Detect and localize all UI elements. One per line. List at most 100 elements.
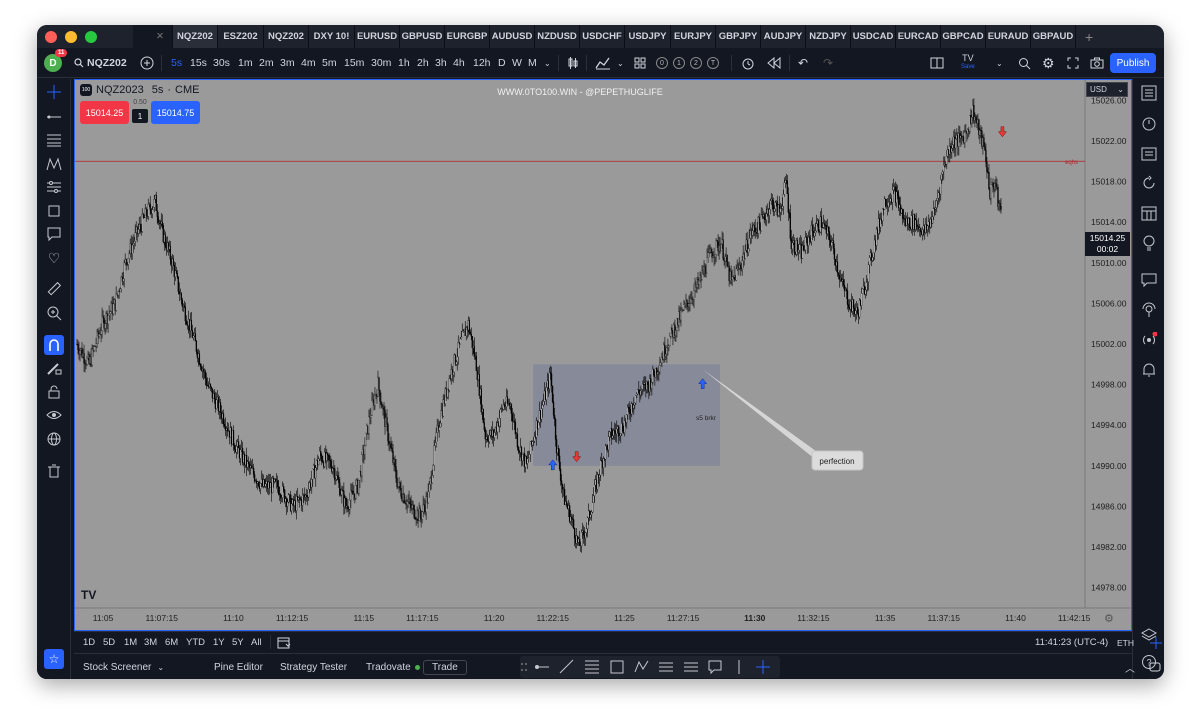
- circle-2-button[interactable]: 2: [690, 57, 702, 69]
- timeframe-1h[interactable]: 1h: [398, 48, 410, 78]
- buy-button[interactable]: 15014.75: [151, 101, 200, 124]
- icon-tool[interactable]: ♡: [45, 249, 63, 267]
- hide-drawings-tool[interactable]: [45, 406, 63, 424]
- tab-item[interactable]: AUDJPY: [761, 25, 806, 48]
- chart-area[interactable]: 15026.00 15022.00 15018.00 15014.00 15010.00…: [74, 79, 1132, 631]
- tab-item[interactable]: EURUSD: [355, 25, 400, 48]
- timeframe-2h[interactable]: 2h: [417, 48, 429, 78]
- range-6m[interactable]: 6M: [165, 632, 178, 653]
- snapshot-button[interactable]: [1090, 48, 1104, 78]
- compare-symbol-button[interactable]: [140, 48, 154, 78]
- circle-0-button[interactable]: 0: [656, 57, 668, 69]
- alert-button[interactable]: [741, 48, 755, 78]
- circle-t-button[interactable]: T: [707, 57, 719, 69]
- tab-item[interactable]: AUDUSD: [490, 25, 535, 48]
- settings-button[interactable]: ⚙: [1042, 48, 1055, 78]
- zoom-tool[interactable]: [45, 304, 63, 322]
- range-1y[interactable]: 1Y: [213, 632, 225, 653]
- maximize-window-button[interactable]: [85, 30, 97, 43]
- tab-item[interactable]: NQZ202: [264, 25, 309, 48]
- layouts-button[interactable]: [634, 48, 646, 78]
- crosshair-icon[interactable]: [756, 660, 770, 674]
- pattern-tool[interactable]: [45, 155, 63, 173]
- symbol-search[interactable]: NQZ202: [74, 48, 127, 78]
- timeframe-15s[interactable]: 15s: [190, 48, 207, 78]
- timeframe-d[interactable]: D: [498, 48, 506, 78]
- tab-item[interactable]: USDCAD: [851, 25, 896, 48]
- lock-drawings-tool[interactable]: [45, 383, 63, 401]
- tab-stock-screener[interactable]: Stock Screener ⌄: [83, 654, 164, 679]
- notifications-button[interactable]: [1139, 360, 1159, 380]
- price-chart[interactable]: 15026.0015022.0015018.0015014.0015010.00…: [75, 80, 1131, 630]
- trend-line-tool[interactable]: [45, 108, 63, 126]
- tab-item[interactable]: EURAUD: [986, 25, 1031, 48]
- range-5d[interactable]: 5D: [103, 632, 115, 653]
- prediction-tool[interactable]: [45, 178, 63, 196]
- tab-item[interactable]: EURCAD: [896, 25, 941, 48]
- tab-item[interactable]: GBPJPY: [716, 25, 761, 48]
- layout-panel-button[interactable]: [930, 48, 944, 78]
- tab-item[interactable]: EURJPY: [671, 25, 716, 48]
- crosshair-tool[interactable]: [45, 83, 63, 101]
- favorites-button[interactable]: ☆: [44, 649, 64, 669]
- range-1m[interactable]: 1M: [124, 632, 137, 653]
- sell-button[interactable]: 15014.25: [80, 101, 129, 124]
- timeframe-5m[interactable]: 5m: [322, 48, 337, 78]
- replay-button[interactable]: [767, 48, 781, 78]
- tab-pine-editor[interactable]: Pine Editor: [214, 654, 263, 679]
- timeframe-5s[interactable]: 5s: [171, 48, 182, 78]
- save-layout-button[interactable]: TV Save: [961, 48, 975, 78]
- streams-button[interactable]: [1139, 300, 1159, 320]
- tab-item[interactable]: ESZ202: [218, 25, 264, 48]
- session-eth[interactable]: ETH: [1117, 632, 1134, 653]
- range-3m[interactable]: 3M: [144, 632, 157, 653]
- timeframe-12h[interactable]: 12h: [473, 48, 491, 78]
- range-ytd[interactable]: YTD: [186, 632, 205, 653]
- layout-dropdown[interactable]: ⌄: [996, 48, 1003, 78]
- tab-item[interactable]: NQZ202: [173, 25, 218, 48]
- live-button[interactable]: [1139, 330, 1159, 350]
- avatar-circle[interactable]: D 11: [44, 49, 68, 72]
- undo-button[interactable]: ↶: [798, 48, 808, 78]
- fib-icon[interactable]: [585, 660, 599, 674]
- watchlist-button[interactable]: [1139, 83, 1159, 103]
- timeframe-4m[interactable]: 4m: [301, 48, 316, 78]
- currency-select[interactable]: USD ⌄: [1086, 82, 1128, 97]
- timeframe-dropdown[interactable]: ⌄: [544, 48, 551, 78]
- path-icon[interactable]: [634, 660, 649, 673]
- timeframe-m[interactable]: M: [528, 48, 537, 78]
- new-tab-button[interactable]: +: [1076, 29, 1093, 45]
- close-window-button[interactable]: [45, 30, 57, 43]
- remove-drawings-tool[interactable]: [45, 462, 63, 480]
- go-to-date-button[interactable]: [277, 632, 291, 653]
- timeframe-30s[interactable]: 30s: [213, 48, 230, 78]
- tab-item[interactable]: NZDJPY: [806, 25, 851, 48]
- maximize-panel-button[interactable]: [1149, 654, 1161, 679]
- fullscreen-button[interactable]: [1067, 48, 1079, 78]
- timeframe-1m[interactable]: 1m: [238, 48, 253, 78]
- range-5y[interactable]: 5Y: [232, 632, 244, 653]
- indicators-button[interactable]: [595, 48, 611, 78]
- timeframe-2m[interactable]: 2m: [259, 48, 274, 78]
- tab-item[interactable]: GBPAUD: [1031, 25, 1076, 48]
- publish-button[interactable]: Publish: [1110, 53, 1156, 73]
- horizontal-ray-icon[interactable]: [535, 665, 549, 669]
- timeframe-4h[interactable]: 4h: [453, 48, 465, 78]
- chart-type-button[interactable]: [567, 48, 579, 78]
- minimize-window-button[interactable]: [65, 30, 77, 43]
- trade-button[interactable]: Trade: [423, 654, 467, 679]
- tab-item[interactable]: DXY 10!: [309, 25, 355, 48]
- tab-item[interactable]: USDCHF: [580, 25, 625, 48]
- trend-line-icon[interactable]: [559, 659, 574, 674]
- collapse-panel-button[interactable]: ︿: [1125, 654, 1135, 679]
- timeframe-30m[interactable]: 30m: [371, 48, 391, 78]
- tab-item[interactable]: GBPCAD: [941, 25, 986, 48]
- stay-in-drawing-tool[interactable]: [45, 359, 63, 377]
- hotlists-button[interactable]: [1139, 173, 1159, 193]
- shape-tool[interactable]: [45, 202, 63, 220]
- sliders-icon[interactable]: [684, 662, 698, 672]
- avatar[interactable]: D 11: [44, 48, 68, 78]
- fib-tool[interactable]: [45, 131, 63, 149]
- range-all[interactable]: All: [251, 632, 262, 653]
- timeframe-w[interactable]: W: [512, 48, 522, 78]
